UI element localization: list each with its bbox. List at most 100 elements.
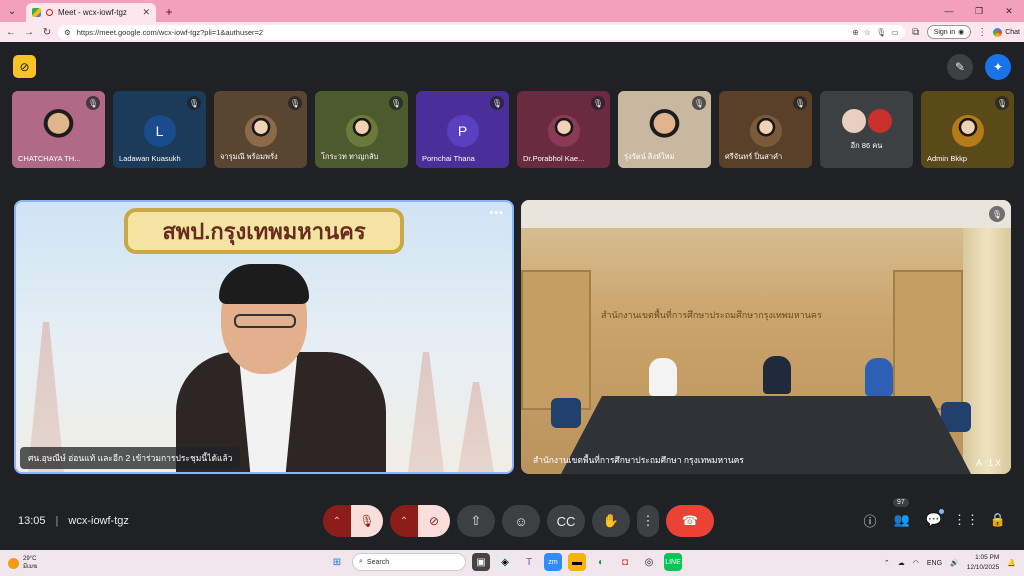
windows-taskbar: 29°C มีเมฆ ⊞ ⌕ Search ▣ ◈ T zm ▬ ◐ ◘ ◎ L… — [0, 550, 1024, 576]
participant-tile[interactable]: L 🎙 Ladawan Kuasukh — [113, 91, 206, 168]
participant-tile[interactable]: 🎙 โกระวท ทาญกลับ — [315, 91, 408, 168]
back-icon[interactable]: ← — [4, 25, 18, 39]
search-placeholder: Search — [366, 558, 390, 566]
edge-icon[interactable]: ◐ — [592, 553, 610, 571]
zoom-icon[interactable]: ⊕ — [852, 28, 859, 37]
chat-button[interactable]: Chat — [993, 27, 1020, 37]
participant-tile[interactable]: 🎙 ศรีจันทร์ ปิ่นสาคำ — [719, 91, 812, 168]
address-bar[interactable]: ⚙ https://meet.google.com/wcx-iowf-tgz?p… — [58, 24, 905, 40]
unread-dot — [939, 509, 944, 514]
bookmark-star-icon[interactable]: ☆ — [864, 28, 871, 37]
avatar: P — [446, 115, 479, 147]
windows-start-icon[interactable]: ⊞ — [328, 553, 346, 571]
participant-tile[interactable]: 🎙 Dr.Porabhol Kae... — [517, 91, 610, 168]
no-camera-icon[interactable]: ⊘ — [13, 55, 36, 78]
presenter-tile[interactable]: สพป.กรุงเทพมหานคร ••• ศน.อุษณีษ์ อ่อนแท้… — [14, 200, 514, 474]
video-settings-chevron-icon[interactable]: ⌃ — [390, 505, 418, 537]
tab-search-icon[interactable]: ⌄ — [2, 1, 22, 21]
activities-icon[interactable]: ⋮⋮ — [953, 508, 979, 532]
camera-icon[interactable]: ▭ — [891, 28, 899, 37]
background-pagoda — [408, 352, 444, 472]
background-pagoda — [458, 382, 494, 472]
avatar — [951, 115, 984, 147]
site-info-icon[interactable]: ⚙ — [64, 28, 71, 37]
window-close-icon[interactable]: ✕ — [994, 0, 1024, 22]
avatar — [547, 115, 580, 147]
participant-tile[interactable]: 🎙 Admin Bkkp — [921, 91, 1014, 168]
weather-widget[interactable]: 29°C มีเมฆ — [8, 555, 37, 571]
avatar: L — [143, 115, 176, 147]
participant-tile[interactable]: อีก 86 คน — [820, 91, 913, 168]
browser-tab[interactable]: Meet - wcx-iowf-tgz ✕ — [26, 3, 156, 22]
meet-window: ⊘ ✎ ✦ 🎙 CHATCHAYA TH... L 🎙 Ladawan Kuasukh 🎙… — [0, 42, 1024, 550]
copilot-icon[interactable]: ◈ — [496, 553, 514, 571]
emoji-reaction-icon[interactable]: ☺ — [502, 505, 540, 537]
show-hidden-icon[interactable]: ⌃ — [884, 559, 890, 567]
sign-in-button[interactable]: Sign in ◉ — [926, 25, 972, 39]
minimize-icon[interactable]: — — [934, 0, 964, 22]
camera-off-icon[interactable]: ⊘ — [418, 505, 450, 537]
browser-toolbar: ← → ↻ ⚙ https://meet.google.com/wcx-iowf… — [0, 22, 1024, 42]
reload-icon[interactable]: ↻ — [40, 25, 54, 39]
gemini-spark-icon[interactable]: ✦ — [985, 54, 1011, 80]
url-text: https://meet.google.com/wcx-iowf-tgz?pli… — [76, 27, 264, 37]
avatar — [244, 115, 277, 147]
task-view-icon[interactable]: ▣ — [472, 553, 490, 571]
avatar — [345, 115, 378, 147]
file-explorer-icon[interactable]: ▬ — [568, 553, 586, 571]
host-controls-icon[interactable]: 🔒 — [986, 508, 1010, 532]
participant-name: CHATCHAYA TH... — [18, 154, 81, 163]
line-app-icon[interactable]: LINE — [664, 553, 682, 571]
new-tab-icon[interactable]: + — [160, 3, 178, 21]
mic-off-icon[interactable]: 🎙 — [351, 505, 383, 537]
chat-icon[interactable]: 💬 — [922, 508, 946, 532]
wall-sign: สำนักงานเขตพื้นที่การศึกษาประถมศึกษากรุง… — [601, 310, 822, 320]
join-notice: ศน.อุษณีษ์ อ่อนแท้ และอีก 2 เข้าร่วมการป… — [20, 447, 241, 469]
muted-mic-icon: 🎙 — [793, 96, 807, 110]
hang-up-icon[interactable]: ☎ — [666, 505, 714, 537]
more-options-icon[interactable]: ••• — [489, 207, 504, 219]
mic-icon[interactable]: 🎙 — [876, 28, 886, 37]
room-tile[interactable]: สำนักงานเขตพื้นที่การศึกษาประถมศึกษากรุง… — [521, 200, 1011, 474]
close-tab-icon[interactable]: ✕ — [142, 7, 150, 18]
muted-mic-icon: 🎙 — [995, 96, 1009, 110]
volume-icon[interactable]: 🔊 — [950, 559, 959, 567]
notifications-icon[interactable]: 🔔 — [1007, 559, 1016, 567]
participant-name: Ladawan Kuasukh — [119, 154, 181, 163]
search-icon: ⌕ — [359, 558, 363, 565]
meet-favicon-icon — [32, 8, 41, 17]
meeting-details-icon[interactable]: ⓘ — [858, 508, 882, 532]
taskbar-search[interactable]: ⌕ Search — [352, 553, 466, 571]
participant-tile[interactable]: 🎙 CHATCHAYA TH... — [12, 91, 105, 168]
clock-date: 12/10/2025 — [966, 564, 1000, 571]
avatar-group — [841, 109, 892, 133]
present-screen-icon[interactable]: ⇧ — [457, 505, 495, 537]
participant-person — [763, 356, 791, 394]
more-options-icon[interactable]: ⋮ — [637, 505, 659, 537]
banner-title: สพป.กรุงเทพมหานคร — [124, 208, 404, 254]
edit-effects-icon[interactable]: ✎ — [947, 54, 973, 80]
forward-icon[interactable]: → — [22, 25, 36, 39]
muted-mic-icon: 🎙 — [288, 96, 302, 110]
people-icon[interactable]: 👥 97 — [890, 498, 914, 532]
menu-icon[interactable]: ⋮ — [975, 25, 989, 39]
onedrive-icon[interactable]: ☁ — [898, 559, 905, 567]
room-caption: สำนักงานเขตพื้นที่การศึกษาประถมศึกษา กรุ… — [533, 455, 744, 465]
zoom-app-icon[interactable]: zm — [544, 553, 562, 571]
language-indicator[interactable]: ENG — [927, 560, 942, 567]
clock[interactable]: 1:05 PM 12/10/2025 — [967, 553, 1000, 573]
teams-icon[interactable]: T — [520, 553, 538, 571]
participant-tile[interactable]: P 🎙 Pornchai Thana — [416, 91, 509, 168]
audio-settings-chevron-icon[interactable]: ⌃ — [323, 505, 351, 537]
captions-icon[interactable]: CC — [547, 505, 585, 537]
chrome-icon[interactable]: ◎ — [640, 553, 658, 571]
participant-tile[interactable]: 🎙 รุ่งรัตน์ สิงห์ใหม่ — [618, 91, 711, 168]
participant-name: โกระวท ทาญกลับ — [321, 152, 379, 161]
restore-icon[interactable]: ❐ — [964, 0, 994, 22]
store-icon[interactable]: ◘ — [616, 553, 634, 571]
extensions-icon[interactable]: ⧉ — [909, 25, 923, 39]
wifi-icon[interactable]: ◠ — [913, 559, 919, 567]
browser-tab-strip: ⌄ Meet - wcx-iowf-tgz ✕ + — ❐ ✕ — [0, 0, 1024, 22]
raise-hand-icon[interactable]: ✋ — [592, 505, 630, 537]
participant-tile[interactable]: 🎙 จารุมณี พร้อมพรั่ง — [214, 91, 307, 168]
